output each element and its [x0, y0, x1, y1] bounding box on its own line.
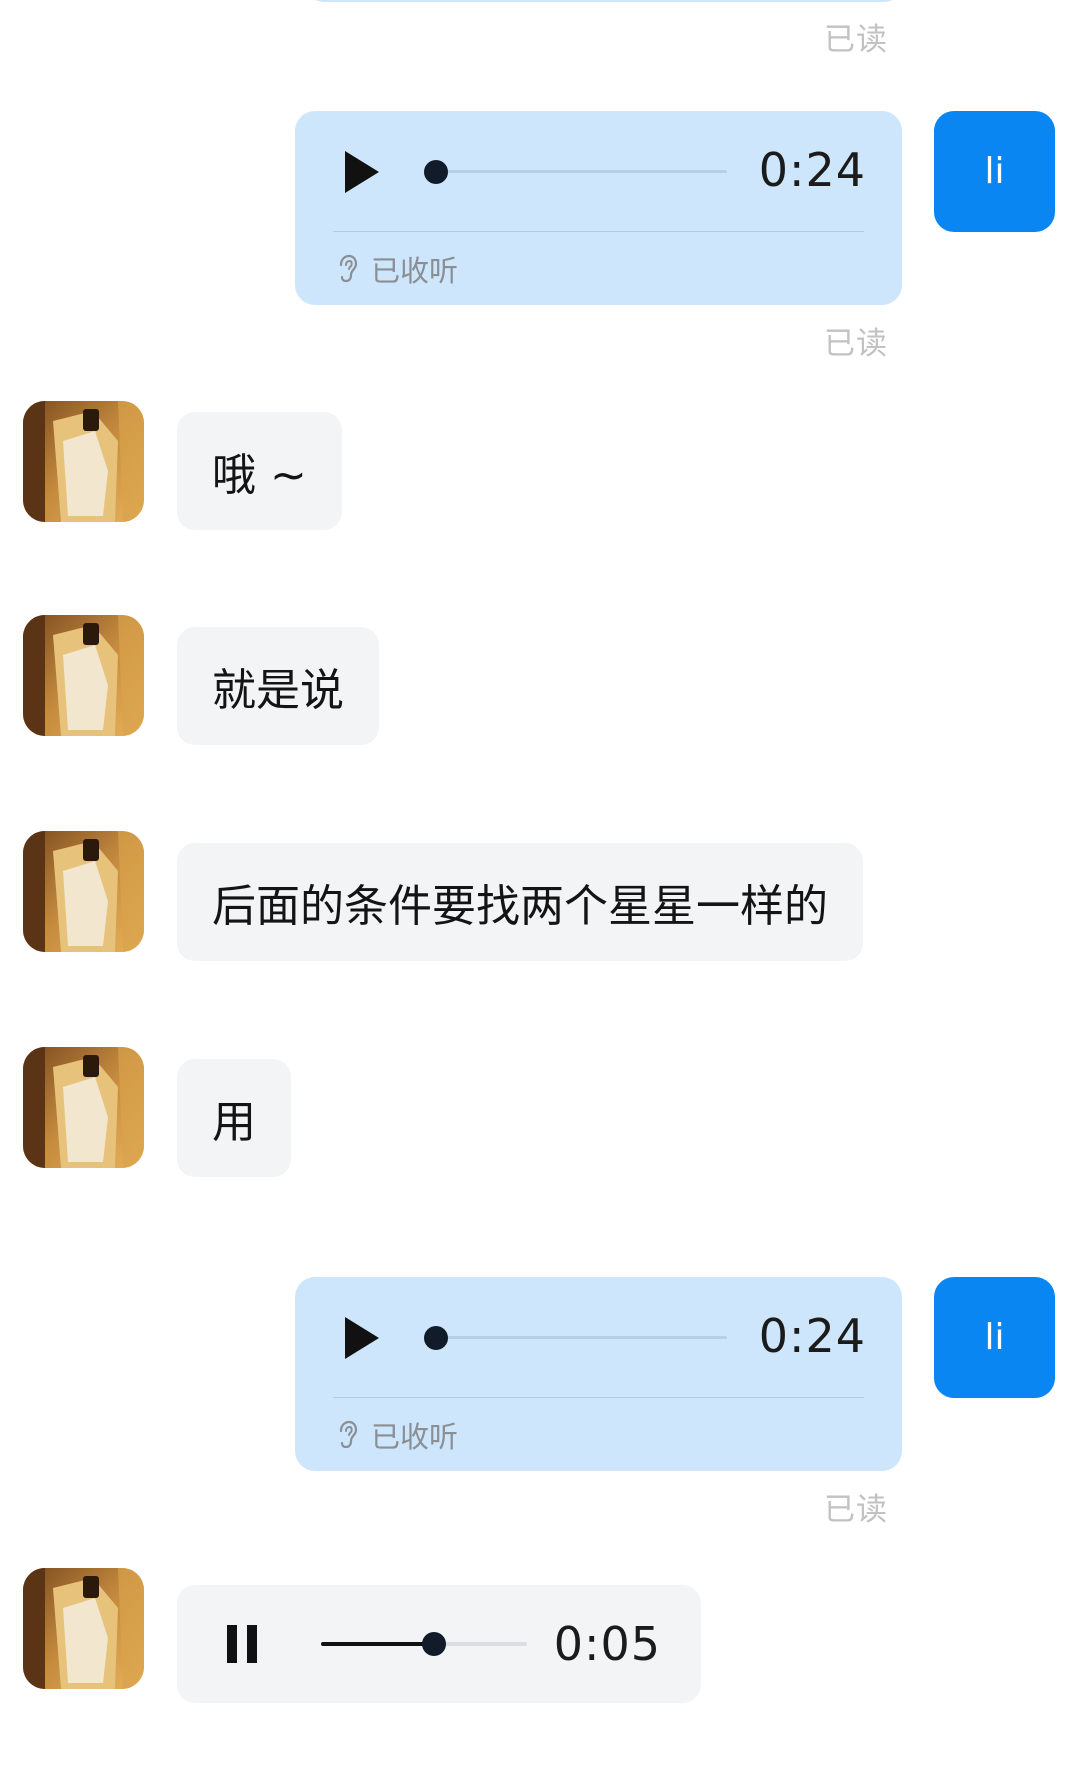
pause-icon[interactable]: [247, 1625, 257, 1663]
voice-progress-knob[interactable]: [424, 1326, 448, 1350]
voice-duration: 0:05: [553, 1617, 661, 1671]
incoming-text-message[interactable]: 用: [177, 1059, 291, 1177]
contact-avatar-photo: [23, 401, 144, 522]
my-avatar[interactable]: li: [934, 111, 1055, 232]
incoming-text-message[interactable]: 哦 ~: [177, 412, 342, 530]
incoming-text-message[interactable]: 后面的条件要找两个星星一样的: [177, 843, 863, 961]
contact-avatar[interactable]: [23, 831, 144, 952]
play-icon[interactable]: [345, 1317, 379, 1359]
contact-avatar[interactable]: [23, 401, 144, 522]
voice-duration: 0:24: [758, 1309, 866, 1363]
contact-avatar-photo: [23, 1047, 144, 1168]
contact-avatar[interactable]: [23, 1047, 144, 1168]
voice-progress-knob[interactable]: [422, 1632, 446, 1656]
read-receipt: 已读: [824, 1492, 888, 1528]
voice-progress-fill: [321, 1642, 434, 1646]
outgoing-voice-message[interactable]: 0:24 已收听: [295, 111, 902, 305]
previous-message-bubble[interactable]: [306, 0, 902, 2]
play-icon[interactable]: [345, 151, 379, 193]
divider: [333, 231, 864, 232]
listened-label: 已收听: [371, 254, 459, 288]
voice-progress-track[interactable]: [432, 1336, 727, 1339]
listened-status: 已收听: [337, 1414, 458, 1456]
voice-duration: 0:24: [758, 143, 866, 197]
pause-icon[interactable]: [227, 1625, 237, 1663]
read-receipt: 已读: [824, 22, 888, 58]
ear-icon: [339, 254, 358, 283]
contact-avatar-photo: [23, 615, 144, 736]
voice-progress-knob[interactable]: [424, 160, 448, 184]
my-avatar[interactable]: li: [934, 1277, 1055, 1398]
incoming-voice-message[interactable]: 0:05: [177, 1585, 701, 1703]
listened-status: 已收听: [337, 248, 458, 290]
incoming-text-message[interactable]: 就是说: [177, 627, 379, 745]
ear-icon: [339, 1420, 358, 1449]
contact-avatar[interactable]: [23, 1568, 144, 1689]
read-receipt: 已读: [824, 326, 888, 362]
contact-avatar-photo: [23, 1568, 144, 1689]
listened-label: 已收听: [371, 1420, 459, 1454]
divider: [333, 1397, 864, 1398]
voice-progress-track[interactable]: [432, 170, 727, 173]
outgoing-voice-message[interactable]: 0:24 已收听: [295, 1277, 902, 1471]
contact-avatar-photo: [23, 831, 144, 952]
contact-avatar[interactable]: [23, 615, 144, 736]
